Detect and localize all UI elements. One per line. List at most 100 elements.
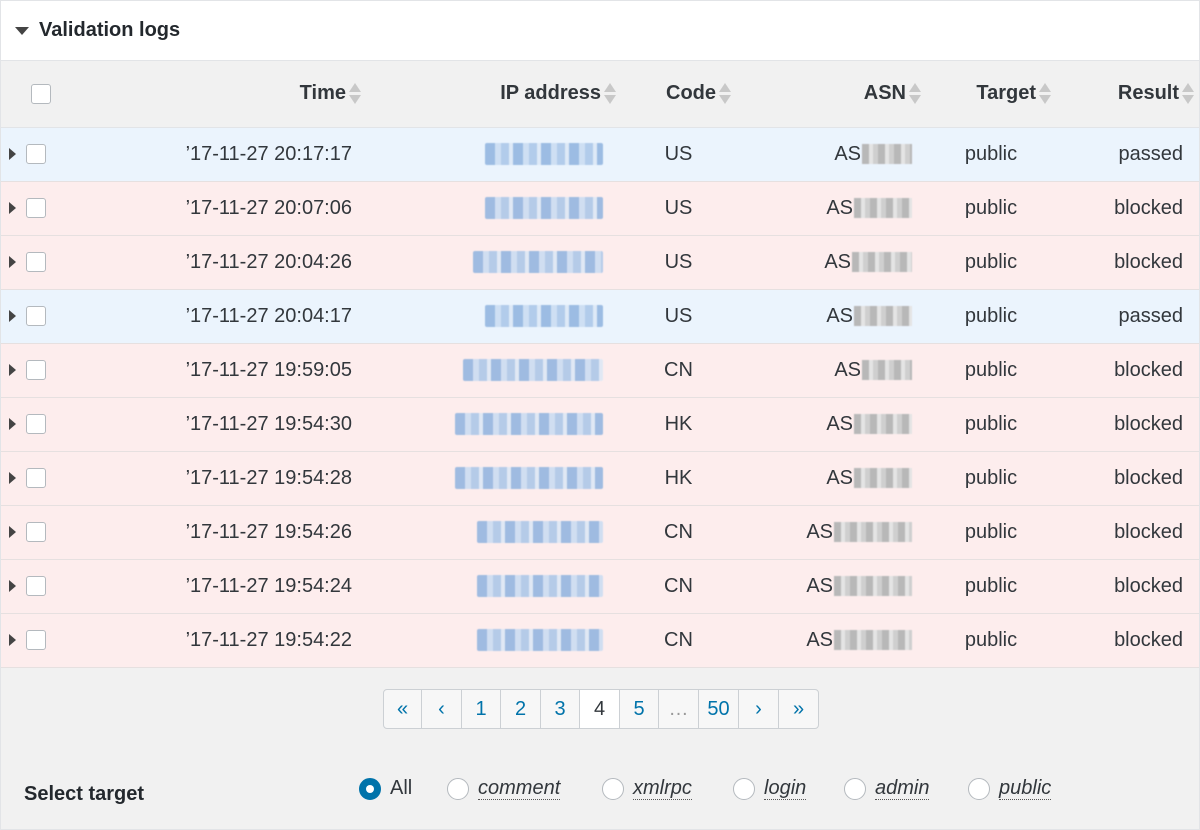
column-header-time[interactable]: Time (111, 61, 366, 128)
time-cell: ’17-11-27 19:54:30 (111, 397, 366, 452)
page-link-4-current[interactable]: 4 (580, 690, 620, 728)
table-row[interactable]: ’17-11-27 20:04:17 US AS public passed (1, 289, 1199, 344)
row-checkbox[interactable] (26, 252, 46, 273)
target-cell: public (926, 289, 1056, 344)
row-checkbox[interactable] (26, 576, 46, 597)
table-row[interactable]: ’17-11-27 20:07:06 US AS public blocked (1, 181, 1199, 236)
column-header-target[interactable]: Target (926, 61, 1056, 128)
row-checkbox[interactable] (26, 144, 46, 165)
pagination-ellipsis: … (659, 690, 699, 728)
ip-cell (366, 613, 621, 668)
validation-logs-panel: Validation logs Time IP address Code ASN… (0, 0, 1200, 830)
target-option-login[interactable]: login (733, 777, 807, 800)
redacted-ip (485, 143, 603, 166)
code-cell: US (621, 127, 736, 182)
result-cell: passed (1056, 127, 1199, 182)
sort-arrows-icon (908, 82, 921, 105)
radio-icon[interactable] (602, 777, 624, 800)
triangle-right-icon[interactable] (9, 148, 16, 161)
triangle-right-icon[interactable] (9, 202, 16, 215)
radio-selected-icon[interactable] (359, 777, 381, 800)
redacted-asn (854, 198, 912, 219)
row-checkbox[interactable] (26, 468, 46, 489)
target-cell: public (926, 343, 1056, 398)
time-cell: ’17-11-27 20:17:17 (111, 127, 366, 182)
target-cell: public (926, 613, 1056, 668)
page-link-5[interactable]: 5 (620, 690, 659, 728)
page-link-50[interactable]: 50 (699, 690, 739, 728)
redacted-ip (477, 575, 603, 598)
table-row[interactable]: ’17-11-27 19:54:28 HK AS public blocked (1, 451, 1199, 506)
triangle-right-icon[interactable] (9, 310, 16, 323)
radio-icon[interactable] (968, 777, 990, 800)
target-cell: public (926, 181, 1056, 236)
triangle-right-icon[interactable] (9, 256, 16, 269)
triangle-right-icon[interactable] (9, 526, 16, 539)
table-row[interactable]: ’17-11-27 19:54:22 CN AS public blocked (1, 613, 1199, 668)
target-option-all[interactable]: All (359, 777, 412, 800)
redacted-ip (485, 305, 603, 328)
column-header-ip[interactable]: IP address (366, 61, 621, 128)
target-cell: public (926, 451, 1056, 506)
column-header-result[interactable]: Result (1056, 61, 1199, 128)
next-page-button[interactable]: › (739, 690, 779, 728)
triangle-right-icon[interactable] (9, 634, 16, 647)
column-header-asn[interactable]: ASN (736, 61, 926, 128)
radio-icon[interactable] (447, 777, 469, 800)
select-all-checkbox[interactable] (31, 83, 51, 104)
panel-title: Validation logs (39, 19, 181, 41)
redacted-asn (834, 522, 912, 543)
result-cell: blocked (1056, 397, 1199, 452)
triangle-right-icon[interactable] (9, 580, 16, 593)
code-cell: CN (621, 613, 736, 668)
page-link-3[interactable]: 3 (541, 690, 580, 728)
row-checkbox[interactable] (26, 306, 46, 327)
triangle-right-icon[interactable] (9, 364, 16, 377)
last-page-button[interactable]: » (779, 690, 818, 728)
asn-cell: AS (736, 613, 926, 668)
time-cell: ’17-11-27 19:54:22 (111, 613, 366, 668)
asn-cell: AS (736, 181, 926, 236)
table-row[interactable]: ’17-11-27 19:54:30 HK AS public blocked (1, 397, 1199, 452)
row-checkbox[interactable] (26, 198, 46, 219)
asn-cell: AS (736, 505, 926, 560)
row-checkbox[interactable] (26, 360, 46, 381)
triangle-right-icon[interactable] (9, 472, 16, 485)
radio-icon[interactable] (844, 777, 866, 800)
panel-header[interactable]: Validation logs (1, 1, 1199, 61)
asn-cell: AS (736, 559, 926, 614)
page-link-1[interactable]: 1 (462, 690, 501, 728)
redacted-ip (473, 251, 603, 274)
target-option-public[interactable]: public (968, 777, 1052, 800)
result-cell: passed (1056, 289, 1199, 344)
page-link-2[interactable]: 2 (501, 690, 541, 728)
time-cell: ’17-11-27 19:54:28 (111, 451, 366, 506)
redacted-ip (485, 197, 603, 220)
target-option-comment[interactable]: comment (447, 777, 561, 800)
redacted-asn (854, 306, 912, 327)
triangle-down-icon[interactable] (15, 26, 29, 35)
code-cell: HK (621, 451, 736, 506)
column-header-code[interactable]: Code (621, 61, 736, 128)
target-option-xmlrpc[interactable]: xmlrpc (602, 777, 692, 800)
table-row[interactable]: ’17-11-27 19:54:24 CN AS public blocked (1, 559, 1199, 614)
first-page-button[interactable]: « (384, 690, 422, 728)
sort-arrows-icon (1181, 82, 1194, 105)
triangle-right-icon[interactable] (9, 418, 16, 431)
table-row[interactable]: ’17-11-27 19:54:26 CN AS public blocked (1, 505, 1199, 560)
code-cell: CN (621, 343, 736, 398)
row-checkbox[interactable] (26, 522, 46, 543)
select-all-cell (1, 61, 111, 128)
target-option-admin[interactable]: admin (844, 777, 930, 800)
prev-page-button[interactable]: ‹ (422, 690, 462, 728)
row-checkbox[interactable] (26, 630, 46, 651)
asn-cell: AS (736, 397, 926, 452)
ip-cell (366, 127, 621, 182)
table-row[interactable]: ’17-11-27 20:17:17 US AS public passed (1, 127, 1199, 182)
code-cell: CN (621, 505, 736, 560)
row-checkbox[interactable] (26, 414, 46, 435)
radio-icon[interactable] (733, 777, 755, 800)
table-row[interactable]: ’17-11-27 20:04:26 US AS public blocked (1, 235, 1199, 290)
table-row[interactable]: ’17-11-27 19:59:05 CN AS public blocked (1, 343, 1199, 398)
ip-cell (366, 181, 621, 236)
